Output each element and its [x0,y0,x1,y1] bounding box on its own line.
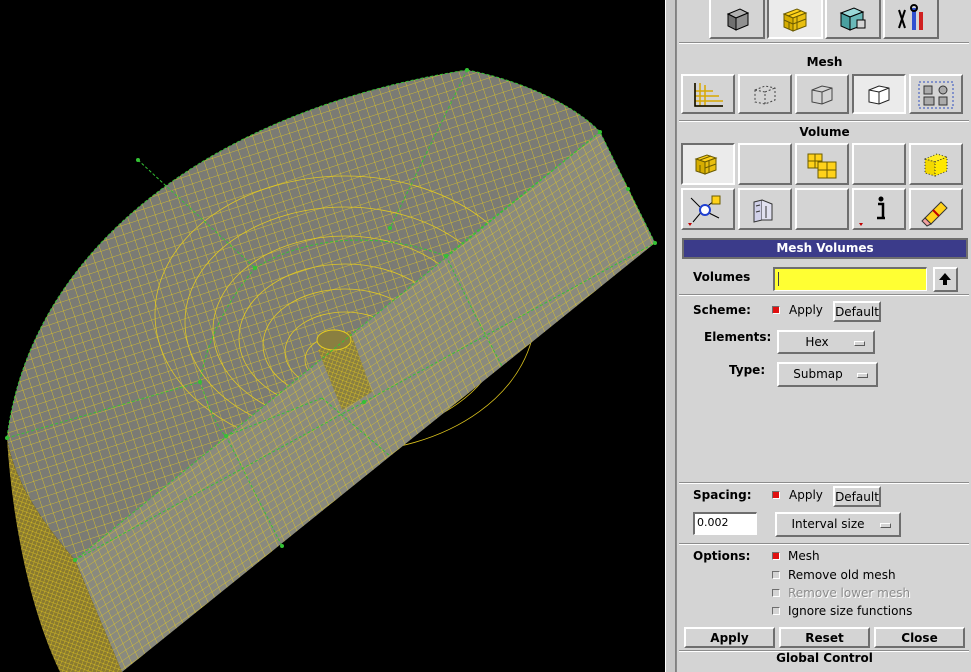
mesh-group-button[interactable] [909,74,963,114]
option-remove-lower-mesh-label: Remove lower mesh [788,586,911,600]
mesh-mode-button[interactable] [767,0,823,39]
arrow-up-icon [939,273,951,285]
blank-action-button-2[interactable] [852,143,906,185]
scheme-default-button[interactable]: Default [833,301,881,322]
info-icon [859,196,885,226]
sweep-action-button[interactable] [738,188,792,230]
spacing-default-button[interactable]: Default [833,486,881,507]
dotted-cube-action-button[interactable] [909,143,963,185]
mesh-section-title: Mesh [806,55,843,69]
volume-section-title: Volume [799,125,850,139]
mesh-grid-icon [694,83,723,107]
spacing-mode-select[interactable]: Interval size [775,512,901,537]
erase-icon [921,201,948,227]
type-label: Type: [729,363,766,377]
option-mesh-label: Mesh [788,549,820,563]
sweep-icon [753,199,773,223]
mesh-group-icon [918,81,954,109]
spacing-apply-checkbox[interactable] [772,491,780,499]
spacing-label: Spacing: [693,488,752,502]
dropdown-indicator-icon [854,341,865,346]
command-panel: Mesh Volume Mesh Volumes Volumes Scheme:… [676,0,971,672]
type-value: Submap [793,367,843,381]
option-ignore-size-functions-label: Ignore size functions [788,604,913,618]
elements-value: Hex [805,335,829,349]
tools-mode-button[interactable] [883,0,939,39]
volumes-label: Volumes [693,270,751,284]
mesh-volume-icon [868,85,890,105]
spacing-apply-label: Apply [789,488,823,502]
mesh-volume-button[interactable] [852,74,906,114]
submap-icon [807,153,837,179]
mesh-model[interactable] [0,0,665,672]
blank-action-button-1[interactable] [738,143,792,185]
dotted-cube-icon [923,153,949,177]
elements-select[interactable]: Hex [777,330,875,354]
geometry-cube-icon [726,8,750,31]
volumes-pick-button[interactable] [933,267,958,292]
erase-action-button[interactable] [909,188,963,230]
spacing-mode-value: Interval size [791,517,865,531]
dropdown-indicator-icon [857,373,868,378]
mesh-volume-yellow-icon [694,154,718,175]
mesh-surface-button[interactable] [795,74,849,114]
text-cursor [778,272,779,286]
option-ignore-size-functions-checkbox[interactable] [772,607,780,615]
geometry-mode-button[interactable] [709,0,765,39]
global-control-section-title[interactable]: Global Control [677,651,971,665]
smooth-icon [688,195,721,226]
mesh-grid-button[interactable] [681,74,735,114]
submap-action-button[interactable] [795,143,849,185]
panel-splitter[interactable] [665,0,676,672]
blank-action-button-3[interactable] [795,188,849,230]
boundary-conditions-icon [839,7,866,31]
graphics-viewport[interactable] [0,0,665,672]
reset-button[interactable]: Reset [779,627,870,648]
option-mesh-checkbox[interactable] [772,552,780,560]
option-remove-lower-mesh-checkbox[interactable] [772,589,780,597]
info-action-button[interactable] [852,188,906,230]
volumes-input[interactable] [773,267,927,291]
type-select[interactable]: Submap [777,362,878,387]
mesh-cube-icon [782,8,808,32]
option-remove-old-mesh-checkbox[interactable] [772,571,780,579]
option-remove-old-mesh-label: Remove old mesh [788,568,896,582]
mesh-volume-action-button[interactable] [681,143,735,185]
scheme-apply-label: Apply [789,303,823,317]
elements-label: Elements: [704,330,772,344]
mesh-curve-button[interactable] [738,74,792,114]
boundary-mode-button[interactable] [825,0,881,39]
options-label: Options: [693,549,751,563]
scheme-apply-checkbox[interactable] [772,306,780,314]
smooth-action-button[interactable] [681,188,735,230]
mesh-curve-icon [754,85,776,105]
scheme-label: Scheme: [693,303,751,317]
close-button[interactable]: Close [874,627,965,648]
form-title: Mesh Volumes [776,241,874,255]
spacing-input[interactable]: 0.002 [693,512,757,535]
apply-button[interactable]: Apply [684,627,775,648]
dropdown-indicator-icon [880,523,891,528]
mesh-surface-icon [811,85,833,105]
tools-icon [898,4,923,30]
